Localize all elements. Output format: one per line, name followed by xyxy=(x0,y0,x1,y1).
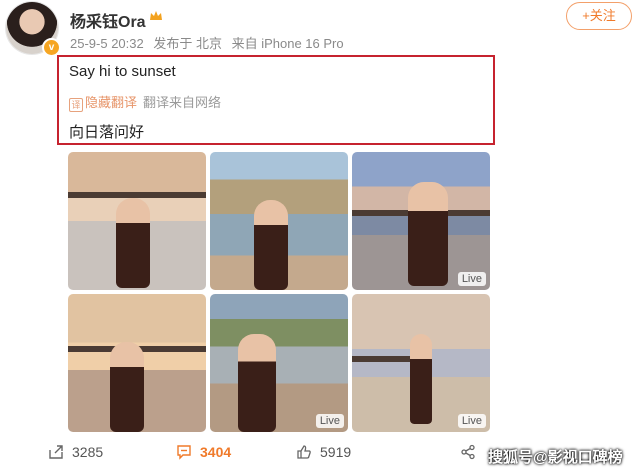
photo-5[interactable]: Live xyxy=(210,294,348,432)
follow-button[interactable]: +关注 xyxy=(566,2,632,30)
person-figure xyxy=(110,342,144,432)
photo-1[interactable] xyxy=(68,152,206,290)
person-figure xyxy=(408,182,448,286)
translation-row: 译隐藏翻译 翻译来自网络 xyxy=(69,92,221,112)
hide-translation-link[interactable]: 隐藏翻译 xyxy=(85,95,137,110)
translation-source: 翻译来自网络 xyxy=(143,95,222,110)
person-figure xyxy=(410,334,432,424)
person-figure xyxy=(116,198,150,288)
like-button[interactable]: 5919 xyxy=(296,444,351,460)
comment-button[interactable]: 3404 xyxy=(176,444,231,460)
photo-3[interactable]: Live xyxy=(352,152,490,290)
comment-icon xyxy=(177,445,191,460)
post-time[interactable]: 25-9-5 20:32 xyxy=(70,36,144,51)
post-device: 来自 iPhone 16 Pro xyxy=(231,36,344,51)
repost-icon xyxy=(49,445,63,459)
repost-button[interactable]: 3285 xyxy=(48,444,103,460)
username[interactable]: 杨采钰Ora xyxy=(70,8,146,32)
live-badge: Live xyxy=(457,414,486,428)
post-location: 发布于 北京 xyxy=(153,36,222,51)
translated-text: 向日落问好 xyxy=(69,124,145,141)
person-figure xyxy=(254,200,288,290)
post-meta: 25-9-5 20:32 发布于 北京 来自 iPhone 16 Pro xyxy=(70,33,350,52)
person-figure xyxy=(238,334,276,432)
post-text: Say hi to sunset xyxy=(69,63,176,80)
crown-icon xyxy=(150,11,162,20)
pier xyxy=(68,192,206,198)
watermark: 搜狐号@影视口碑榜 xyxy=(488,449,623,466)
comment-count: 3404 xyxy=(200,444,232,460)
share-icon xyxy=(461,444,475,460)
repost-count: 3285 xyxy=(72,444,104,460)
photo-6[interactable]: Live xyxy=(352,294,490,432)
live-badge: Live xyxy=(457,272,486,286)
share-button[interactable] xyxy=(460,444,484,460)
like-count: 5919 xyxy=(320,444,352,460)
photo-2[interactable] xyxy=(210,152,348,290)
like-icon xyxy=(297,445,311,459)
translate-icon: 译 xyxy=(69,98,83,112)
live-badge: Live xyxy=(315,414,344,428)
photo-4[interactable] xyxy=(68,294,206,432)
